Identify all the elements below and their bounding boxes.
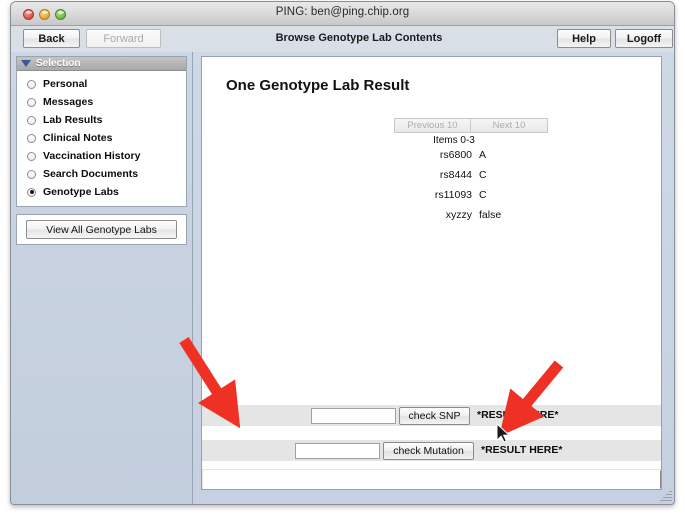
result-key: rs11093 [434,189,472,201]
check-mutation-button[interactable]: check Mutation [383,442,474,460]
result-value: C [479,189,487,201]
sidebar-item-label: Genotype Labs [43,186,119,198]
application-window: PING: ben@ping.chip.org Back Forward Bro… [10,1,675,505]
sidebar-item-search-documents[interactable]: Search Documents [17,165,186,183]
main-content-panel: One Genotype Lab Result Previous 10 Next… [201,56,662,490]
view-all-genotype-labs-button[interactable]: View All Genotype Labs [26,220,177,239]
sidebar: Selection Personal Messages Lab Results Cli… [11,52,193,504]
sidebar-item-clinical-notes[interactable]: Clinical Notes [17,129,186,147]
next-10-button: Next 10 [471,118,548,133]
application-toolbar: Back Forward Browse Genotype Lab Content… [11,26,674,52]
pagination-controls: Previous 10 Next 10 [394,118,548,133]
selection-panel-header[interactable]: Selection [17,57,186,71]
result-row: rs8444 C [322,169,622,189]
logoff-button[interactable]: Logoff [615,29,673,48]
sidebar-item-label: Messages [43,96,94,108]
items-count-label: Items 0-3 [433,135,475,146]
radio-button-icon[interactable] [27,133,36,143]
check-snp-button[interactable]: check SNP [399,407,470,425]
check-snp-row: check SNP *RESULT HERE* [202,405,661,426]
selection-panel: Selection Personal Messages Lab Results Cli… [16,56,187,207]
mutation-input[interactable] [295,443,380,459]
sidebar-item-label: Lab Results [43,114,103,126]
view-all-panel: View All Genotype Labs [16,214,187,245]
result-value: A [479,149,487,161]
empty-footer-area [203,470,660,489]
result-row: rs6800 A [322,149,622,169]
result-value: false [479,209,502,221]
page-title: One Genotype Lab Result [226,77,410,94]
result-row: xyzzy false [322,209,622,229]
window-resize-grip[interactable] [659,489,672,502]
radio-button-icon[interactable] [27,151,36,161]
result-key: rs8444 [439,169,472,181]
result-key: rs6800 [439,149,472,161]
disclosure-triangle-icon[interactable] [21,60,31,67]
help-button[interactable]: Help [557,29,611,48]
sidebar-item-lab-results[interactable]: Lab Results [17,111,186,129]
sidebar-item-label: Search Documents [43,168,139,180]
sidebar-item-messages[interactable]: Messages [17,93,186,111]
back-button[interactable]: Back [23,29,80,48]
radio-button-icon[interactable] [27,115,36,125]
sidebar-item-label: Clinical Notes [43,132,113,144]
result-value: C [479,169,487,181]
radio-button-icon[interactable] [27,97,36,107]
window-content: Selection Personal Messages Lab Results Cli… [11,52,674,504]
forward-button: Forward [86,29,161,48]
snp-input[interactable] [311,408,396,424]
mutation-result-text: *RESULT HERE* [481,444,563,456]
result-key: xyzzy [445,209,472,221]
selection-panel-title: Selection [36,58,81,69]
sidebar-item-vaccination-history[interactable]: Vaccination History [17,147,186,165]
screen-title: Browse Genotype Lab Contents [275,32,443,44]
sidebar-item-label: Vaccination History [43,150,141,162]
check-mutation-row: check Mutation *RESULT HERE* [202,440,661,461]
result-row: rs11093 C [322,189,622,209]
radio-button-icon[interactable] [27,169,36,179]
window-titlebar: PING: ben@ping.chip.org [11,2,674,26]
sidebar-item-personal[interactable]: Personal [17,75,186,93]
sidebar-item-label: Personal [43,78,88,90]
radio-button-icon[interactable] [27,79,36,89]
window-title: PING: ben@ping.chip.org [275,6,410,18]
radio-button-icon[interactable] [27,187,36,197]
previous-10-button: Previous 10 [394,118,471,133]
snp-result-text: *RESULT HERE* [477,409,559,421]
selection-radio-group: Personal Messages Lab Results Clinical Note… [17,71,186,206]
sidebar-item-genotype-labs[interactable]: Genotype Labs [17,183,186,201]
